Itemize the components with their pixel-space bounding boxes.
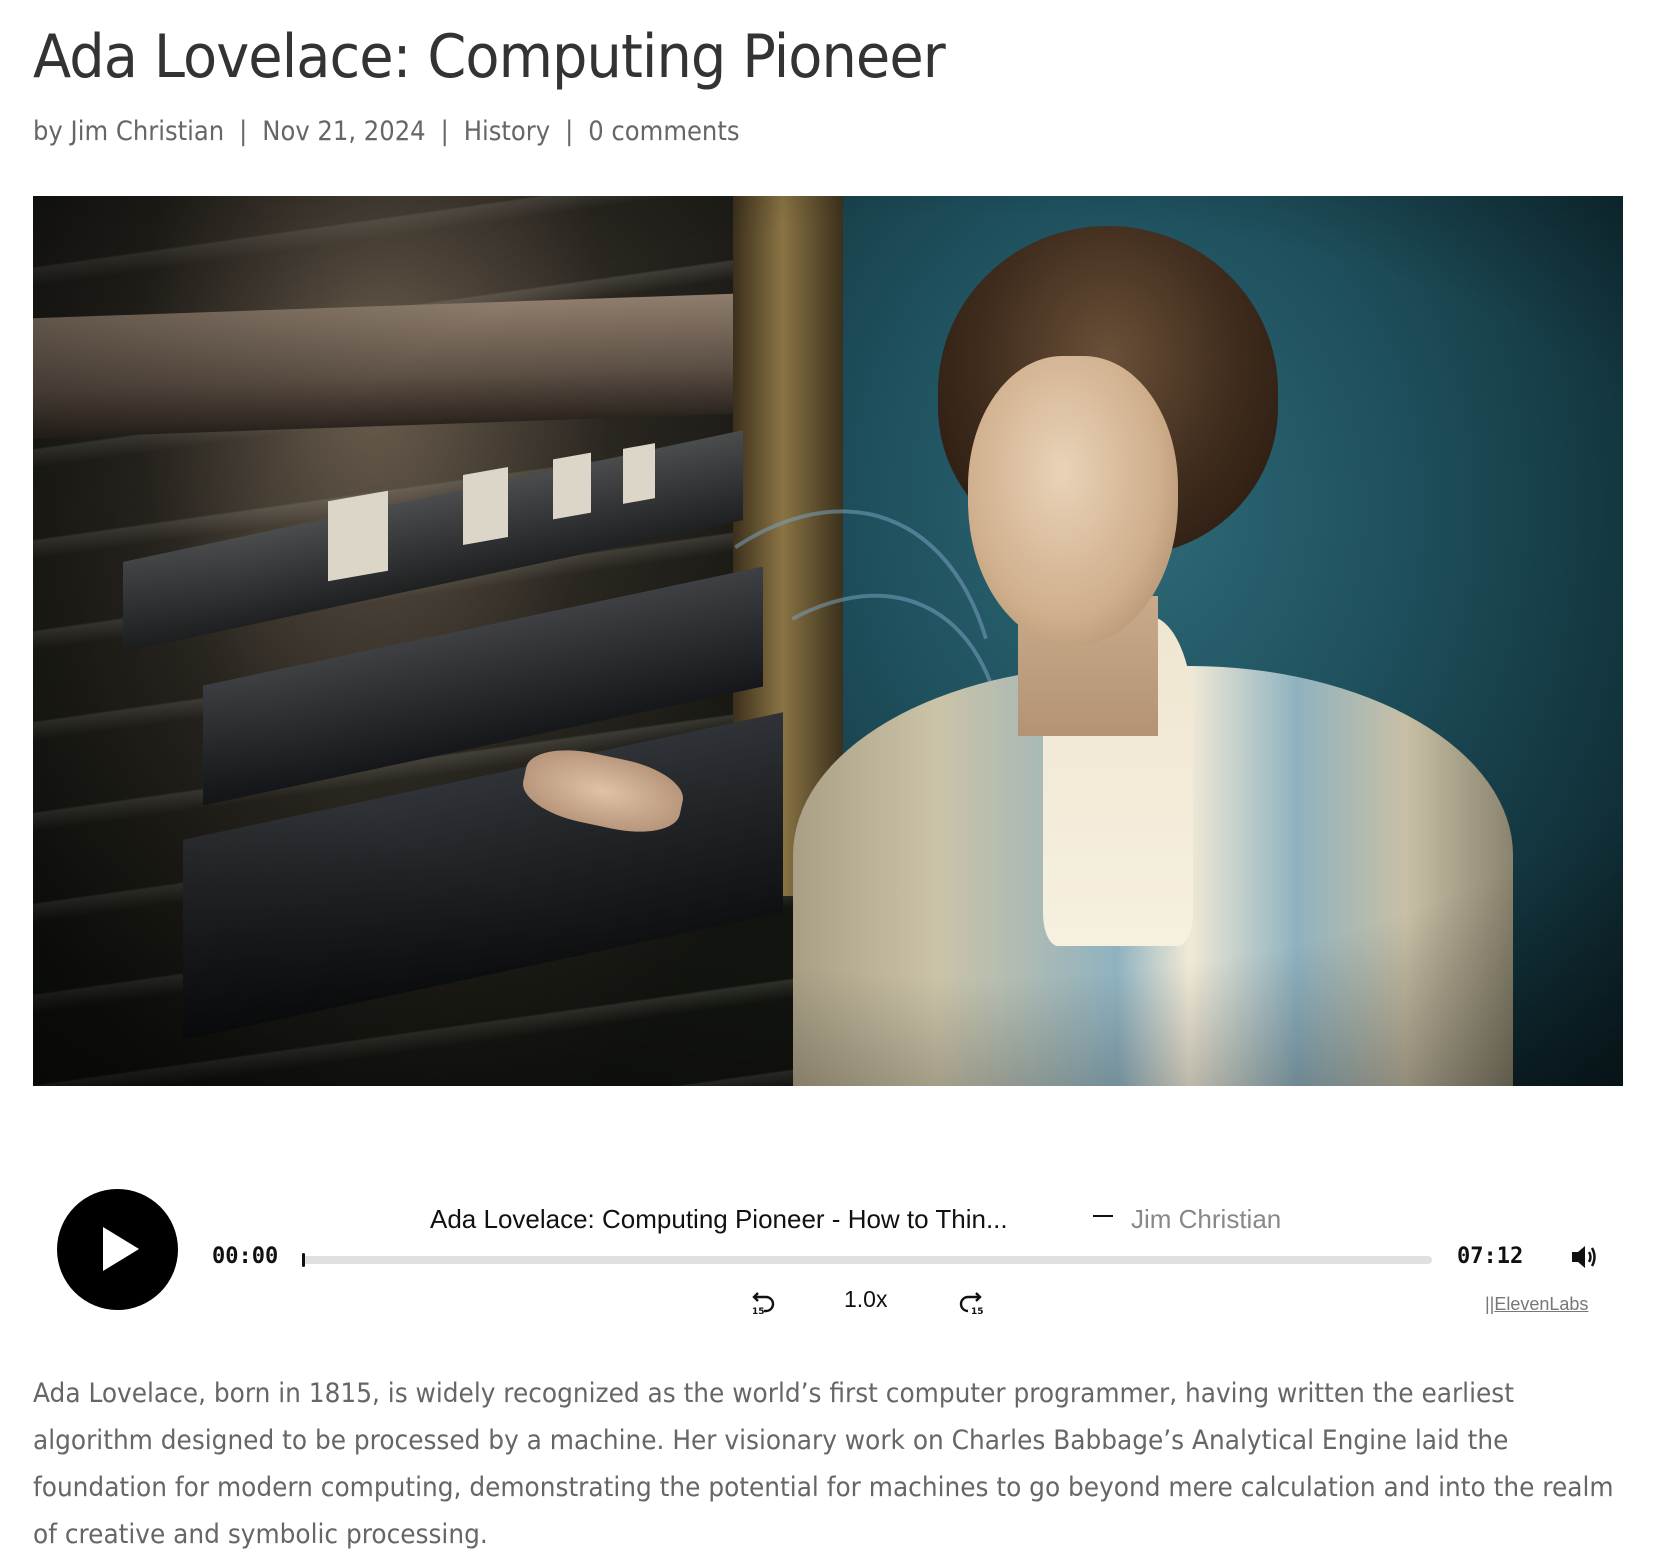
rewind-15-icon: 15 [752,1292,775,1317]
post-date: Nov 21, 2024 [262,116,426,147]
duration: 07:12 [1457,1244,1524,1269]
hero-image [33,196,1623,1086]
meta-separator: | [440,116,449,147]
brand-prefix: || [1485,1294,1495,1314]
current-time: 00:00 [212,1244,279,1269]
elevenlabs-link[interactable]: ElevenLabs [1494,1294,1588,1314]
author-link[interactable]: Jim Christian [71,116,225,147]
article-title: Ada Lovelace: Computing Pioneer [33,22,946,92]
playback-speed-button[interactable]: 1.0x [844,1286,887,1313]
progress-bar[interactable] [302,1253,1432,1267]
comments-link[interactable]: 0 comments [588,116,739,147]
volume-button[interactable] [1570,1244,1598,1274]
title-author-dash [1093,1215,1113,1217]
svg-text:15: 15 [971,1307,984,1316]
rewind-15-button[interactable]: 15 [750,1288,778,1320]
forward-15-icon: 15 [959,1292,984,1317]
volume-icon [1572,1246,1596,1268]
photo-vignette [33,196,1623,1086]
track-title: Ada Lovelace: Computing Pioneer - How to… [430,1204,1008,1234]
post-meta: by Jim Christian | Nov 21, 2024 | Histor… [33,116,740,147]
svg-text:15: 15 [752,1307,765,1316]
audio-player: Ada Lovelace: Computing Pioneer - How to… [0,1180,1676,1320]
elevenlabs-credit: ||ElevenLabs [1485,1294,1588,1315]
author-prefix: by [33,116,63,147]
category-link[interactable]: History [464,116,550,147]
play-button[interactable] [57,1189,178,1310]
meta-separator: | [565,116,574,147]
track-author: Jim Christian [1131,1204,1282,1234]
forward-15-button[interactable]: 15 [958,1288,986,1320]
article-body: Ada Lovelace, born in 1815, is widely re… [33,1378,1614,1550]
play-icon [103,1227,139,1271]
progress-thumb[interactable] [302,1253,305,1267]
meta-separator: | [239,116,248,147]
